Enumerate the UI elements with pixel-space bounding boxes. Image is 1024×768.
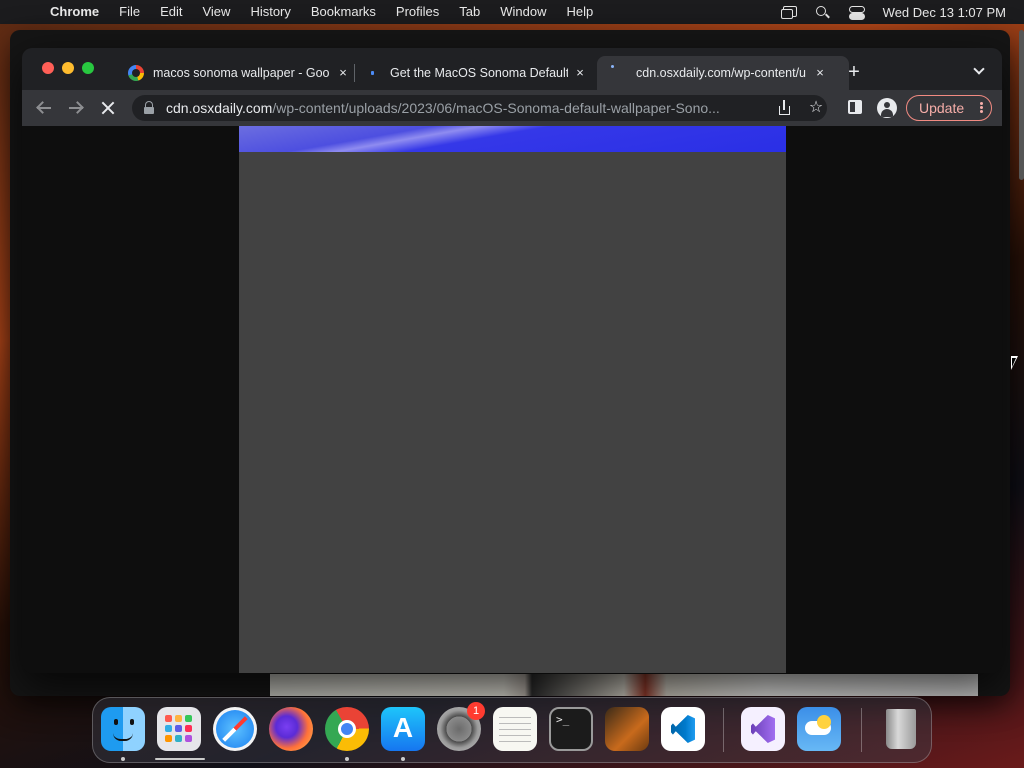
menu-bar: Chrome File Edit View History Bookmarks … bbox=[0, 0, 1024, 24]
dock: 1 bbox=[92, 697, 932, 763]
tab-title: macos sonoma wallpaper - Goo bbox=[153, 66, 330, 80]
chrome-icon[interactable] bbox=[325, 707, 369, 751]
menu-kebab-icon[interactable] bbox=[980, 102, 983, 105]
menu-tab[interactable]: Tab bbox=[449, 0, 490, 24]
dock-separator bbox=[861, 708, 862, 752]
site-icon bbox=[365, 65, 381, 81]
textedit-icon[interactable] bbox=[493, 707, 537, 751]
share-icon[interactable] bbox=[776, 100, 792, 116]
google-icon bbox=[128, 65, 144, 81]
update-button-label: Update bbox=[919, 100, 965, 116]
page-content bbox=[22, 126, 1002, 673]
running-indicator bbox=[345, 757, 349, 761]
tab-strip: macos sonoma wallpaper - Goo × Get the M… bbox=[22, 48, 1002, 90]
forward-arrow-icon[interactable] bbox=[64, 96, 88, 120]
tab-osxdaily-article[interactable]: Get the MacOS Sonoma Default × bbox=[355, 56, 597, 90]
safari-icon[interactable] bbox=[213, 707, 257, 751]
window-zoom-button[interactable] bbox=[82, 62, 94, 74]
trash-icon[interactable] bbox=[879, 707, 923, 751]
visual-studio-icon[interactable] bbox=[741, 707, 785, 751]
back-arrow-icon[interactable] bbox=[32, 96, 56, 120]
tab-title: cdn.osxdaily.com/wp-content/u bbox=[636, 66, 806, 80]
notification-badge: 1 bbox=[467, 702, 485, 720]
menu-profiles[interactable]: Profiles bbox=[386, 0, 449, 24]
launchpad-icon[interactable] bbox=[157, 707, 201, 751]
running-indicator bbox=[401, 757, 405, 761]
url-path[interactable]: /wp-content/uploads/2023/06/macOS-Sonoma… bbox=[272, 100, 756, 116]
profile-avatar-icon[interactable] bbox=[877, 98, 897, 118]
tab-wallpaper-image[interactable]: cdn.osxdaily.com/wp-content/u × bbox=[597, 56, 849, 90]
finder-icon[interactable] bbox=[101, 707, 145, 751]
menu-app-name[interactable]: Chrome bbox=[40, 0, 109, 24]
wallpaper-image-partial bbox=[239, 126, 786, 152]
tab-google-search[interactable]: macos sonoma wallpaper - Goo × bbox=[118, 56, 358, 90]
terminal-icon[interactable] bbox=[549, 707, 593, 751]
tab-close-icon[interactable]: × bbox=[572, 65, 588, 81]
running-indicator bbox=[155, 758, 205, 760]
weather-icon[interactable] bbox=[797, 707, 841, 751]
menu-help[interactable]: Help bbox=[557, 0, 604, 24]
vscode-icon[interactable] bbox=[661, 707, 705, 751]
window-minimize-button[interactable] bbox=[62, 62, 74, 74]
control-center-icon[interactable] bbox=[848, 5, 865, 20]
window-close-button[interactable] bbox=[42, 62, 54, 74]
url-domain[interactable]: cdn.osxdaily.com bbox=[166, 100, 272, 116]
update-button[interactable]: Update bbox=[906, 95, 992, 121]
screen-mirroring-icon[interactable] bbox=[780, 5, 797, 19]
menu-view[interactable]: View bbox=[192, 0, 240, 24]
tab-close-icon[interactable]: × bbox=[335, 65, 351, 81]
menu-window[interactable]: Window bbox=[490, 0, 556, 24]
tab-search-chevron-icon[interactable] bbox=[970, 62, 990, 82]
mouse-cursor-icon bbox=[1011, 356, 1018, 370]
menu-bar-clock[interactable]: Wed Dec 13 1:07 PM bbox=[883, 5, 1006, 20]
dock-separator bbox=[723, 708, 724, 752]
menu-bookmarks[interactable]: Bookmarks bbox=[301, 0, 386, 24]
stop-loading-icon[interactable] bbox=[96, 96, 120, 120]
spotlight-search-icon[interactable] bbox=[815, 5, 831, 19]
browser-window: macos sonoma wallpaper - Goo × Get the M… bbox=[22, 48, 1002, 673]
new-tab-button[interactable]: + bbox=[842, 62, 866, 86]
firefox-icon[interactable] bbox=[269, 707, 313, 751]
loading-icon bbox=[609, 65, 625, 81]
wallpaper-image-loading bbox=[239, 126, 786, 673]
garageband-icon[interactable] bbox=[605, 707, 649, 751]
tab-close-icon[interactable]: × bbox=[812, 65, 828, 81]
lock-icon[interactable] bbox=[142, 101, 156, 115]
address-bar[interactable]: cdn.osxdaily.com /wp-content/uploads/202… bbox=[132, 95, 827, 121]
running-indicator bbox=[121, 757, 125, 761]
bookmark-star-icon[interactable]: ☆ bbox=[808, 100, 824, 116]
menu-edit[interactable]: Edit bbox=[150, 0, 192, 24]
background-window-content bbox=[270, 674, 978, 696]
app-store-icon[interactable] bbox=[381, 707, 425, 751]
browser-toolbar: cdn.osxdaily.com /wp-content/uploads/202… bbox=[22, 90, 1002, 126]
menu-file[interactable]: File bbox=[109, 0, 150, 24]
tab-title: Get the MacOS Sonoma Default bbox=[390, 66, 568, 80]
side-panel-icon[interactable] bbox=[848, 100, 862, 114]
scrollbar-thumb[interactable] bbox=[1019, 30, 1024, 180]
menu-history[interactable]: History bbox=[240, 0, 300, 24]
